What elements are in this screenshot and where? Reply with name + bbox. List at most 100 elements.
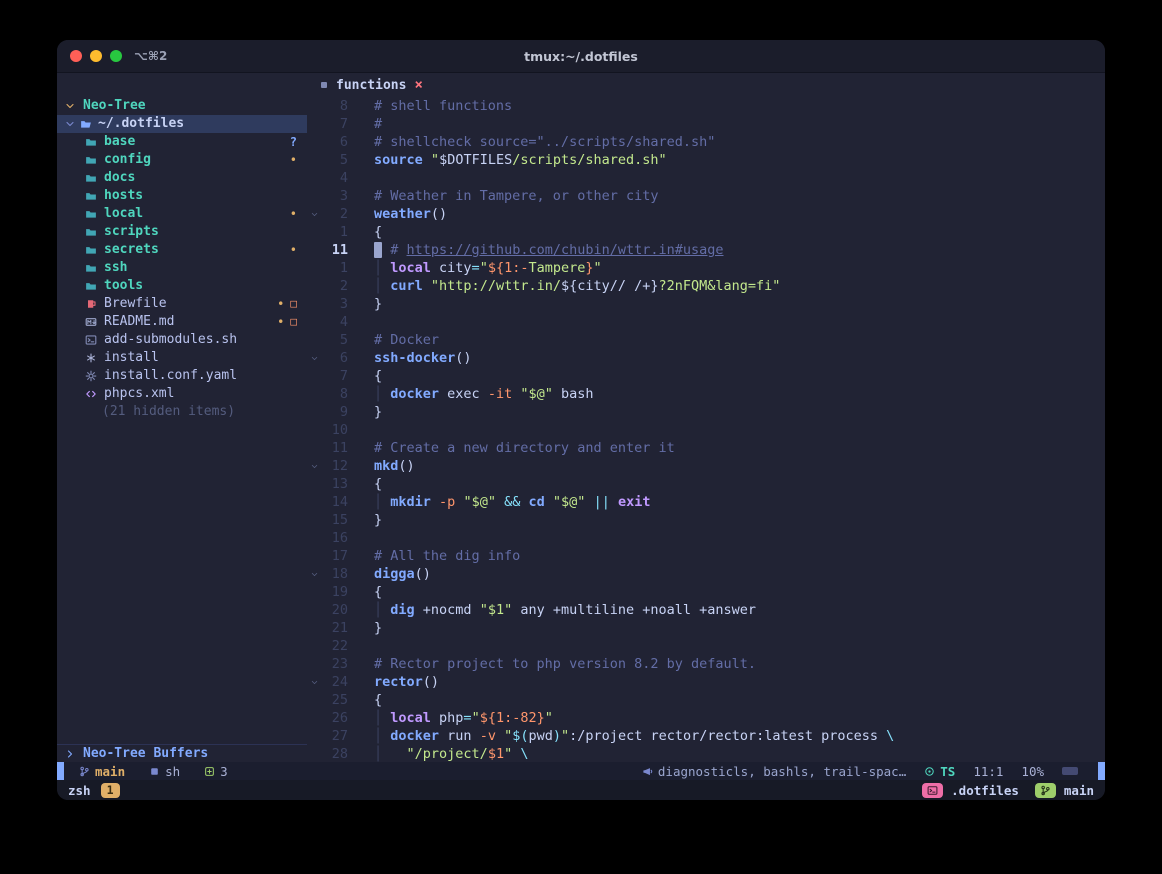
zoom-window-button[interactable] <box>110 50 122 62</box>
code-line[interactable]: 20│ dig +nocmd "$1" any +multiline +noal… <box>307 601 1105 619</box>
code-line[interactable]: 24rector() <box>307 673 1105 691</box>
code-line[interactable]: 12mkd() <box>307 457 1105 475</box>
sign-column <box>348 241 368 259</box>
titlebar[interactable]: ⌥⌘2 tmux:~/.dotfiles <box>57 40 1105 73</box>
sidebar-item-Brewfile[interactable]: Brewfile•□ <box>57 295 307 313</box>
sign-column <box>348 547 368 565</box>
code-line[interactable]: 27│ docker run -v "$(pwd)":/project rect… <box>307 727 1105 745</box>
close-window-button[interactable] <box>70 50 82 62</box>
code-line[interactable]: 2weather() <box>307 205 1105 223</box>
sign-column <box>348 475 368 493</box>
sidebar-item-hosts[interactable]: hosts <box>57 187 307 205</box>
code-line[interactable]: 4 <box>307 169 1105 187</box>
sign-column <box>348 727 368 745</box>
code-line[interactable]: 3# Weather in Tampere, or other city <box>307 187 1105 205</box>
sidebar-item-install.conf.yaml[interactable]: install.conf.yaml <box>57 367 307 385</box>
git-status-badges: •□ <box>277 313 307 331</box>
sign-column <box>348 655 368 673</box>
sidebar-item-ssh[interactable]: ssh <box>57 259 307 277</box>
sidebar-item-scripts[interactable]: scripts <box>57 223 307 241</box>
code-line[interactable]: 26│ local php="${1:-82}" <box>307 709 1105 727</box>
code-line[interactable]: 17# All the dig info <box>307 547 1105 565</box>
code-line[interactable]: 19{ <box>307 583 1105 601</box>
git-status-badges: • <box>290 205 307 223</box>
code-line[interactable]: 9} <box>307 403 1105 421</box>
sign-column <box>348 277 368 295</box>
code-line[interactable]: 1│ local city="${1:-Tampere}" <box>307 259 1105 277</box>
code-line[interactable]: 7{ <box>307 367 1105 385</box>
code-line[interactable]: 14│ mkdir -p "$@" && cd "$@" || exit <box>307 493 1105 511</box>
code-line[interactable]: 5# Docker <box>307 331 1105 349</box>
tmux-window-index-badge[interactable]: 1 <box>101 783 120 798</box>
sidebar-item-docs[interactable]: docs <box>57 169 307 187</box>
code-line[interactable]: 1{ <box>307 223 1105 241</box>
code-line[interactable]: 10 <box>307 421 1105 439</box>
neotree-buffers-header[interactable]: Neo-Tree Buffers <box>57 744 307 762</box>
sign-column <box>348 673 368 691</box>
sidebar-item-local[interactable]: local• <box>57 205 307 223</box>
sidebar-item-base[interactable]: base? <box>57 133 307 151</box>
fold-column <box>307 367 321 385</box>
sidebar-item-config[interactable]: config• <box>57 151 307 169</box>
code-line[interactable]: 15} <box>307 511 1105 529</box>
sign-column <box>348 169 368 187</box>
item-label: ssh <box>104 259 127 277</box>
markdown-icon <box>85 316 97 328</box>
code-line[interactable]: 6ssh-docker() <box>307 349 1105 367</box>
fold-chevron-icon[interactable] <box>307 457 321 475</box>
code-line[interactable]: 8# shell functions <box>307 97 1105 115</box>
code-line[interactable]: 13{ <box>307 475 1105 493</box>
fold-chevron-icon[interactable] <box>307 673 321 691</box>
code-line[interactable]: 11# Create a new directory and enter it <box>307 439 1105 457</box>
tmux-window-name[interactable]: zsh <box>68 783 91 798</box>
sidebar-item-install[interactable]: install <box>57 349 307 367</box>
sidebar-item-tools[interactable]: tools <box>57 277 307 295</box>
code-line[interactable]: 23# Rector project to php version 8.2 by… <box>307 655 1105 673</box>
fold-column <box>307 727 321 745</box>
code-line-text: │ docker run -v "$(pwd)":/project rector… <box>368 727 894 745</box>
code-line-text: # shellcheck source="../scripts/shared.s… <box>368 133 715 151</box>
minimize-window-button[interactable] <box>90 50 102 62</box>
code-line[interactable]: 4 <box>307 313 1105 331</box>
line-number: 22 <box>321 637 348 655</box>
neotree-root-item[interactable]: ~/.dotfiles <box>57 115 307 133</box>
code-line[interactable]: 11 # https://github.com/chubin/wttr.in#u… <box>307 241 1105 259</box>
fold-column <box>307 223 321 241</box>
neotree-header[interactable]: Neo-Tree <box>57 97 307 115</box>
line-number: 8 <box>321 97 348 115</box>
statusline-right-accent <box>1098 762 1105 780</box>
line-number: 8 <box>321 385 348 403</box>
git-status-badges: ? <box>290 133 307 151</box>
line-number: 17 <box>321 547 348 565</box>
sign-column <box>348 691 368 709</box>
sign-column <box>348 367 368 385</box>
code-line[interactable]: 2│ curl "http://wttr.in/${city// /+}?2nF… <box>307 277 1105 295</box>
terminal-icon <box>85 334 97 346</box>
folder-icon <box>85 136 97 148</box>
code-line[interactable]: 22 <box>307 637 1105 655</box>
code-line[interactable]: 7# <box>307 115 1105 133</box>
sidebar-item-README.md[interactable]: README.md•□ <box>57 313 307 331</box>
tab-close-icon[interactable]: × <box>414 77 422 93</box>
code-line[interactable]: 18digga() <box>307 565 1105 583</box>
fold-column <box>307 169 321 187</box>
tab-functions[interactable]: functions <box>336 78 406 93</box>
sign-column <box>348 349 368 367</box>
tmux-git-badge <box>1035 783 1056 798</box>
code-area[interactable]: 8# shell functions7#6# shellcheck source… <box>307 97 1105 762</box>
sign-column <box>348 511 368 529</box>
code-line[interactable]: 3} <box>307 295 1105 313</box>
code-line[interactable]: 21} <box>307 619 1105 637</box>
sidebar-item-phpcs.xml[interactable]: phpcs.xml <box>57 385 307 403</box>
sidebar-item-add-submodules.sh[interactable]: add-submodules.sh <box>57 331 307 349</box>
code-line[interactable]: 5source "$DOTFILES/scripts/shared.sh" <box>307 151 1105 169</box>
code-line[interactable]: 28│ "/project/$1" \ <box>307 745 1105 762</box>
fold-chevron-icon[interactable] <box>307 205 321 223</box>
fold-chevron-icon[interactable] <box>307 349 321 367</box>
sidebar-item-secrets[interactable]: secrets• <box>57 241 307 259</box>
fold-chevron-icon[interactable] <box>307 565 321 583</box>
code-line[interactable]: 8│ docker exec -it "$@" bash <box>307 385 1105 403</box>
code-line[interactable]: 16 <box>307 529 1105 547</box>
code-line[interactable]: 6# shellcheck source="../scripts/shared.… <box>307 133 1105 151</box>
code-line[interactable]: 25{ <box>307 691 1105 709</box>
